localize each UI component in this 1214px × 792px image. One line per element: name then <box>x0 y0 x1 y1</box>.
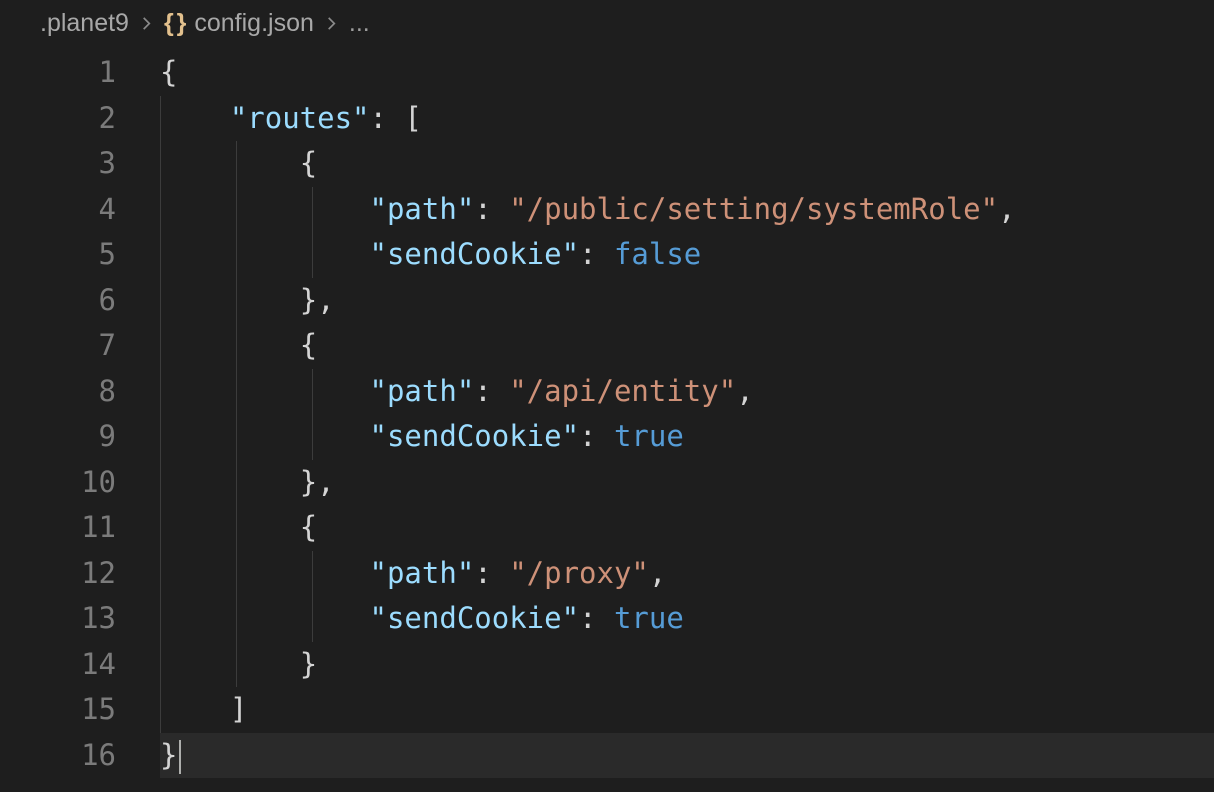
json-braces-icon: { } <box>164 9 184 38</box>
token-string: "/proxy" <box>509 556 649 590</box>
token-boolean: true <box>614 419 684 453</box>
line-number: 9 <box>0 414 116 460</box>
token-brace: { <box>160 55 177 89</box>
token-punct: : <box>579 237 614 271</box>
token-boolean: false <box>614 237 701 271</box>
token-property: "sendCookie" <box>370 237 580 271</box>
line-number: 5 <box>0 232 116 278</box>
text-cursor <box>179 740 181 774</box>
code-line[interactable]: "routes": [ <box>160 96 1214 142</box>
token-property: "sendCookie" <box>370 601 580 635</box>
code-line[interactable]: }, <box>160 460 1214 506</box>
token-property: "path" <box>370 192 475 226</box>
code-line[interactable]: ] <box>160 687 1214 733</box>
line-number: 11 <box>0 505 116 551</box>
token-brace: }, <box>300 283 335 317</box>
code-line[interactable]: { <box>160 141 1214 187</box>
token-brace: { <box>300 328 317 362</box>
token-brace: ] <box>230 692 247 726</box>
token-brace: { <box>300 146 317 180</box>
token-punct: : <box>474 556 509 590</box>
line-number: 13 <box>0 596 116 642</box>
token-brace: } <box>300 647 317 681</box>
token-brace: }, <box>300 465 335 499</box>
token-string: "/api/entity" <box>509 374 736 408</box>
line-number: 14 <box>0 642 116 688</box>
token-punct: , <box>736 374 753 408</box>
token-string: "/public/setting/systemRole" <box>509 192 998 226</box>
line-number: 2 <box>0 96 116 142</box>
token-property: "routes" <box>230 101 370 135</box>
token-punct: : <box>579 601 614 635</box>
breadcrumb-bar: .planet9 { } config.json ... <box>0 0 1214 44</box>
token-punct: : <box>579 419 614 453</box>
code-editor: .planet9 { } config.json ... 1 2 3 4 5 6… <box>0 0 1214 792</box>
code-line[interactable]: "path": "/api/entity", <box>160 369 1214 415</box>
token-brace: { <box>300 510 317 544</box>
line-number: 8 <box>0 369 116 415</box>
token-brace: } <box>160 738 177 772</box>
token-property: "path" <box>370 374 475 408</box>
token-punct: : [ <box>370 101 422 135</box>
code-line[interactable]: }, <box>160 278 1214 324</box>
token-boolean: true <box>614 601 684 635</box>
token-property: "path" <box>370 556 475 590</box>
line-number: 1 <box>0 50 116 96</box>
code-line[interactable]: "path": "/proxy", <box>160 551 1214 597</box>
code-line[interactable]: } <box>160 642 1214 688</box>
breadcrumb-file[interactable]: config.json <box>194 9 314 38</box>
token-punct: , <box>649 556 666 590</box>
chevron-right-icon <box>139 16 154 31</box>
line-number: 16 <box>0 733 116 779</box>
code-line[interactable]: { <box>160 323 1214 369</box>
line-number: 3 <box>0 141 116 187</box>
line-number: 12 <box>0 551 116 597</box>
line-number: 7 <box>0 323 116 369</box>
code-line[interactable]: "sendCookie": true <box>160 414 1214 460</box>
line-number: 10 <box>0 460 116 506</box>
code-line[interactable]: "path": "/public/setting/systemRole", <box>160 187 1214 233</box>
code-area[interactable]: 1 2 3 4 5 6 7 8 9 10 11 12 13 14 15 16 {… <box>0 44 1214 792</box>
breadcrumb-overflow[interactable]: ... <box>349 9 370 38</box>
token-punct: , <box>998 192 1015 226</box>
chevron-right-icon <box>324 16 339 31</box>
breadcrumb-folder[interactable]: .planet9 <box>40 9 129 38</box>
code-line[interactable]: "sendCookie": true <box>160 596 1214 642</box>
code-line[interactable]: { <box>160 505 1214 551</box>
code-line[interactable]: "sendCookie": false <box>160 232 1214 278</box>
code-content[interactable]: { "routes": [ { "path": "/public/setting… <box>160 44 1214 792</box>
line-number: 6 <box>0 278 116 324</box>
token-punct: : <box>474 192 509 226</box>
token-punct: : <box>474 374 509 408</box>
code-line[interactable]: } <box>160 733 1214 779</box>
token-property: "sendCookie" <box>370 419 580 453</box>
line-number-gutter: 1 2 3 4 5 6 7 8 9 10 11 12 13 14 15 16 <box>0 44 160 792</box>
code-line[interactable]: { <box>160 50 1214 96</box>
line-number: 15 <box>0 687 116 733</box>
line-number: 4 <box>0 187 116 233</box>
